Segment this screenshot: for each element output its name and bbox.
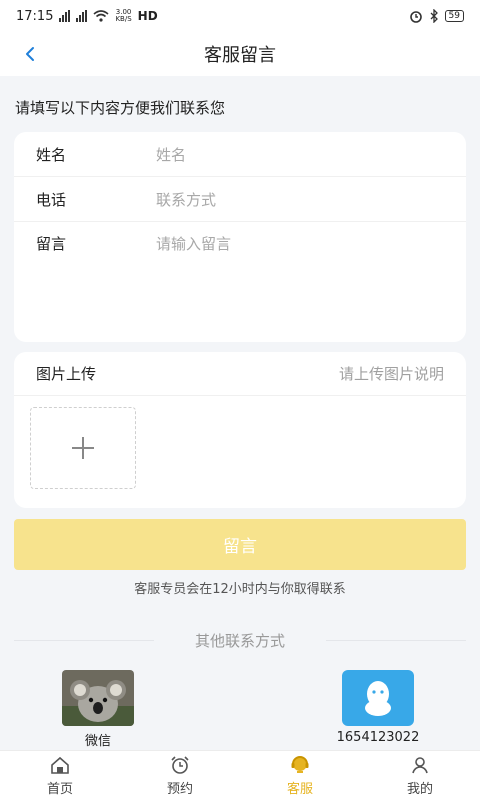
net-speed-unit: KB/S bbox=[115, 15, 132, 23]
upload-label: 图片上传 bbox=[36, 365, 97, 383]
alarm-icon bbox=[409, 11, 422, 23]
home-icon bbox=[51, 756, 69, 774]
add-image-button[interactable] bbox=[30, 407, 136, 489]
message-row[interactable]: 留言 请输入留言 bbox=[14, 222, 466, 254]
net-speed: 3.00 KB/S bbox=[115, 9, 131, 23]
image-upload-card: 图片上传 请上传图片说明 bbox=[14, 352, 466, 508]
response-notice: 客服专员会在12小时内与你取得联系 bbox=[134, 582, 346, 597]
phone-label: 电话 bbox=[36, 190, 67, 209]
back-button[interactable] bbox=[18, 42, 42, 66]
other-contacts-divider: 其他联系方式 bbox=[14, 630, 466, 650]
contact-form: 姓名 姓名 电话 联系方式 留言 请输入留言 bbox=[14, 132, 466, 342]
qq-contact[interactable]: 1654123022 bbox=[308, 670, 448, 745]
bluetooth-icon bbox=[430, 9, 438, 23]
wechat-contact[interactable]: 微信 bbox=[28, 670, 168, 749]
wechat-qr-image[interactable] bbox=[62, 670, 134, 726]
page-title: 客服留言 bbox=[204, 45, 276, 66]
tab-booking[interactable]: 预约 bbox=[120, 751, 240, 800]
status-bar: 17:15 3.00 KB/S HD 59 bbox=[0, 0, 480, 32]
user-icon bbox=[412, 757, 428, 774]
name-row[interactable]: 姓名 姓名 bbox=[14, 132, 466, 177]
nav-header: 客服留言 bbox=[0, 32, 480, 76]
upload-header: 图片上传 请上传图片说明 bbox=[14, 352, 466, 396]
wechat-label: 微信 bbox=[84, 734, 111, 749]
status-left: 17:15 3.00 KB/S HD bbox=[16, 9, 158, 24]
qq-number: 1654123022 bbox=[336, 730, 420, 745]
submit-message-button[interactable]: 留言 bbox=[14, 519, 466, 570]
bottom-tab-bar: 首页 预约 客服 我的 bbox=[0, 750, 480, 800]
customer-service-icon bbox=[291, 756, 309, 773]
tab-customer-service-label: 客服 bbox=[286, 782, 313, 797]
tab-home[interactable]: 首页 bbox=[0, 751, 120, 800]
plus-icon bbox=[72, 437, 94, 459]
chevron-left-icon bbox=[26, 47, 34, 61]
name-input[interactable]: 姓名 bbox=[156, 144, 186, 165]
status-time: 17:15 bbox=[16, 8, 54, 24]
battery-indicator: 59 bbox=[444, 10, 464, 22]
status-right: 59 bbox=[409, 9, 464, 23]
name-label: 姓名 bbox=[36, 145, 67, 164]
tab-booking-label: 预约 bbox=[166, 782, 193, 797]
message-label: 留言 bbox=[36, 235, 67, 253]
tab-home-label: 首页 bbox=[46, 782, 73, 797]
upload-hint: 请上传图片说明 bbox=[338, 365, 444, 383]
alarm-clock-icon bbox=[171, 756, 189, 774]
tab-mine-label: 我的 bbox=[406, 782, 433, 797]
phone-row[interactable]: 电话 联系方式 bbox=[14, 177, 466, 222]
hd-badge: HD bbox=[137, 9, 158, 23]
message-textarea[interactable]: 请输入留言 bbox=[156, 233, 231, 254]
tab-mine[interactable]: 我的 bbox=[360, 751, 480, 800]
signal-icon bbox=[59, 10, 71, 22]
wifi-icon bbox=[93, 10, 109, 22]
intro-text: 请填写以下内容方便我们联系您 bbox=[15, 99, 226, 117]
signal-icon-2 bbox=[76, 10, 88, 22]
phone-input[interactable]: 联系方式 bbox=[156, 189, 216, 210]
divider-line-right bbox=[326, 640, 466, 641]
tab-customer-service[interactable]: 客服 bbox=[240, 751, 360, 800]
qq-icon[interactable] bbox=[342, 670, 414, 726]
